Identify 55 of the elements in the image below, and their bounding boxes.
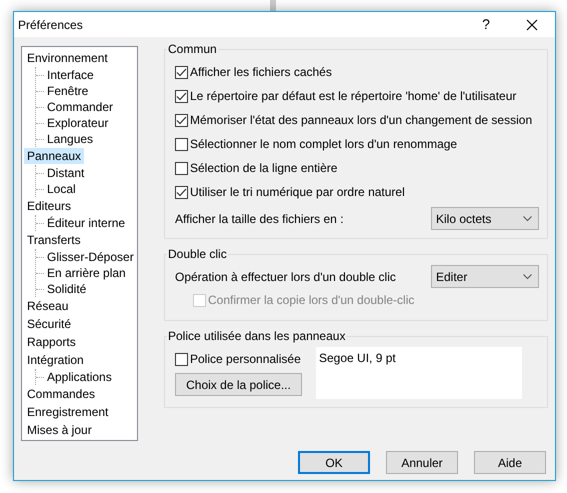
group-title: Commun	[167, 42, 218, 56]
checkbox[interactable]	[175, 186, 188, 198]
tree-item[interactable]: Réseau	[24, 298, 72, 314]
tree-item[interactable]: Interface	[44, 67, 97, 83]
checkbox[interactable]	[175, 114, 188, 126]
tree-item[interactable]: En arrière plan	[44, 265, 129, 281]
checkbox[interactable]	[175, 66, 188, 78]
checkbox-label: Sélectionner le nom complet lors d'un renommage	[190, 136, 458, 153]
font-preview: Segoe UI, 9 pt	[316, 347, 522, 399]
checkbox-label: Sélection de la ligne entière	[190, 160, 338, 177]
dialog-button[interactable]: Annuler	[386, 451, 458, 474]
checkbox[interactable]	[175, 90, 188, 102]
tree-item[interactable]: Applications	[44, 369, 115, 385]
checkbox-label: Utiliser le tri numérique par ordre naturel	[190, 184, 405, 201]
tree-item[interactable]: Distant	[44, 165, 88, 181]
tree-item[interactable]: Langues	[44, 131, 96, 147]
tree-item[interactable]: Local	[44, 181, 79, 197]
tree-item[interactable]: Commandes	[24, 386, 98, 402]
tree-item[interactable]: Solidité	[44, 281, 90, 297]
choose-font-button[interactable]: Choix de la police...	[175, 373, 302, 396]
close-icon	[526, 18, 538, 30]
tree-item[interactable]: Explorateur	[44, 115, 112, 131]
tree-item[interactable]: Mises à jour	[24, 422, 95, 438]
checkbox[interactable]	[175, 352, 188, 366]
group-title: Double clic	[167, 247, 228, 261]
tree-item[interactable]: Glisser-Déposer	[44, 249, 137, 265]
tree-item[interactable]: Fenêtre	[44, 83, 92, 99]
tree-item[interactable]: Panneaux	[24, 148, 84, 164]
checkbox-label: Mémoriser l'état des panneaux lors d'un changement de session	[190, 112, 532, 129]
checkbox-label: Le répertoire par défaut est le répertoire 'home' de l'utilisateur	[190, 88, 516, 105]
tree-item[interactable]: Enregistrement	[24, 404, 112, 420]
tree-item[interactable]: Rapports	[24, 334, 79, 350]
tree-item[interactable]: Intégration	[24, 352, 87, 368]
checkbox-label: Confirmer la copie lors d'un double-clic	[208, 292, 414, 309]
checkbox-label: Police personnalisée	[190, 351, 301, 368]
dialog-button[interactable]: OK	[298, 451, 370, 474]
double-click-dropdown[interactable]: Editer	[431, 265, 539, 288]
checkbox-label: Afficher les fichiers cachés	[190, 64, 332, 81]
size-unit-dropdown[interactable]: Kilo octets	[431, 207, 539, 230]
size-unit-label: Afficher la taille des fichiers en :	[175, 210, 344, 228]
tree-item[interactable]: Sécurité	[24, 316, 74, 332]
window-title: Préférences	[18, 16, 84, 34]
dialog-button[interactable]: Aide	[474, 451, 546, 474]
tree-item[interactable]: Éditeur interne	[44, 215, 128, 231]
tree-item[interactable]: Environnement	[24, 50, 111, 66]
checkbox[interactable]	[175, 162, 188, 174]
double-click-label: Opération à effectuer lors d'un double clic	[175, 268, 396, 286]
checkbox[interactable]	[175, 138, 188, 150]
tree-item[interactable]: Commander	[44, 99, 116, 115]
caret-icon	[523, 274, 532, 280]
help-button[interactable]: ?	[463, 12, 509, 37]
caret-icon	[523, 216, 532, 222]
group-title: Police utilisée dans les panneaux	[167, 329, 346, 343]
tree-item[interactable]: Transferts	[24, 232, 84, 248]
tree-item[interactable]: Editeurs	[24, 198, 74, 214]
